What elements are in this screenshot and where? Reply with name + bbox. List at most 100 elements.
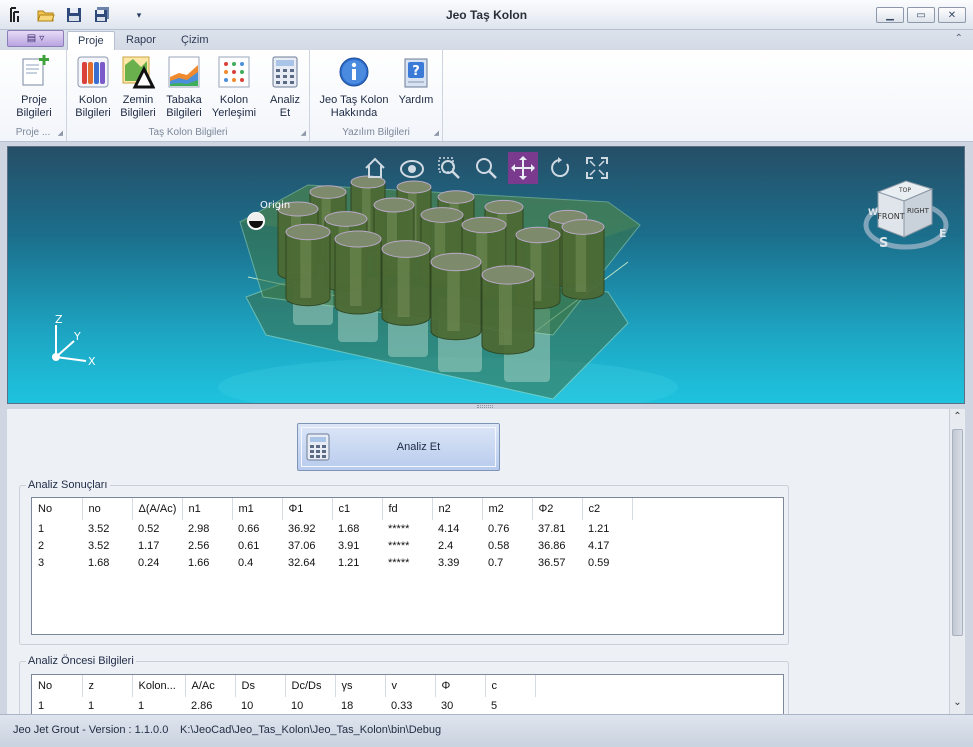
table-row[interactable]: 2 3.52 1.17 2.56 0.61 37.06 3.91 ***** 2.4 0.58 36… <box>32 537 632 554</box>
zoom-window-icon[interactable] <box>434 152 464 184</box>
column-header[interactable]: A/Ac <box>185 675 236 697</box>
results-table[interactable]: No no Δ(A/Ac) n1 m1 Φ1 c1 fd n2 m2 Φ2 c2 1 3.52 0.52 2… <box>31 497 784 635</box>
column-header[interactable]: m2 <box>482 498 533 520</box>
column-header[interactable]: c1 <box>332 498 383 520</box>
table-cell: 0.61 <box>238 539 260 552</box>
analiz-et-ribbon-button[interactable]: Analiz Et <box>266 55 304 120</box>
minimize-button[interactable]: ▁ <box>876 7 904 23</box>
pan-icon[interactable] <box>508 152 538 184</box>
table-cell: 1 <box>138 699 145 712</box>
table-cell: 0.66 <box>238 522 260 535</box>
column-header[interactable]: Ds <box>235 675 286 697</box>
table-cell: 10 <box>241 699 254 712</box>
tab-proje[interactable]: Proje <box>67 31 115 51</box>
view-cube[interactable]: FRONT RIGHT TOP S E W <box>863 180 949 251</box>
column-header[interactable]: fd <box>382 498 433 520</box>
table-cell: 0.7 <box>488 556 504 569</box>
column-header[interactable]: γs <box>335 675 386 697</box>
table-row[interactable]: 3 1.68 0.24 1.66 0.4 32.64 1.21 ***** 3.39 0.7 36.… <box>32 554 632 571</box>
table-cell: 1 <box>88 699 95 712</box>
scroll-up-icon[interactable]: ⌃ <box>950 411 965 427</box>
button-label: Bilgileri <box>166 107 202 119</box>
info-icon <box>339 57 369 87</box>
column-header[interactable]: Kolon... <box>132 675 186 697</box>
column-header[interactable]: n1 <box>182 498 233 520</box>
table-row[interactable]: 1 3.52 0.52 2.98 0.66 36.92 1.68 ***** 4.14 0.76 3… <box>32 520 632 537</box>
compass-east-label: E <box>939 227 947 240</box>
compass-south-label: S <box>879 236 888 251</box>
pre-analysis-table[interactable]: No z Kolon... A/Ac Ds Dc/Ds γs v Φc 1 1 1 2.86 10 10 1… <box>31 674 784 714</box>
viewcube-front-label: FRONT <box>877 212 904 221</box>
panel-splitter[interactable] <box>477 405 493 408</box>
column-header[interactable]: Φ2 <box>532 498 583 520</box>
origin-label: Origin <box>260 200 290 211</box>
column-header[interactable]: v <box>385 675 436 697</box>
table-cell: 0.58 <box>488 539 510 552</box>
table-cell: 3.91 <box>338 539 360 552</box>
kolon-yerlesimi-button[interactable]: Kolon Yerleşimi <box>212 55 256 120</box>
column-header[interactable]: no <box>82 498 133 520</box>
table-cell: 2 <box>38 539 45 552</box>
table-cell: 1.17 <box>138 539 160 552</box>
dialog-launcher-icon[interactable]: ◢ <box>434 129 439 137</box>
look-around-icon[interactable] <box>397 152 427 184</box>
table-cell: 1.21 <box>588 522 610 535</box>
analiz-et-button[interactable]: Analiz Et <box>297 423 500 471</box>
kolon-bilgileri-button[interactable]: Kolon Bilgileri <box>74 55 112 120</box>
column-header[interactable]: c2 <box>582 498 633 520</box>
table-cell: 10 <box>291 699 304 712</box>
zemin-bilgileri-button[interactable]: Zemin Bilgileri <box>118 55 158 120</box>
button-label: Bilgileri <box>120 107 156 119</box>
column-header[interactable]: No <box>32 498 83 520</box>
help-icon: ? <box>404 58 428 88</box>
tab-rapor[interactable]: Rapor <box>116 31 166 51</box>
column-header[interactable]: c <box>485 675 536 697</box>
zoom-icon[interactable] <box>471 152 501 184</box>
tab-cizim[interactable]: Çizim <box>171 31 219 51</box>
proje-bilgileri-button[interactable]: Proje Bilgileri <box>12 55 56 120</box>
table-cell: 1 <box>38 522 45 535</box>
button-label: Proje <box>21 94 47 106</box>
dialog-launcher-icon[interactable]: ◢ <box>301 129 306 137</box>
table-cell: 5 <box>491 699 498 712</box>
home-view-icon[interactable] <box>360 152 390 184</box>
column-header[interactable]: Φ1 <box>282 498 333 520</box>
analysis-panel: Analiz Et Analiz Sonuçları No no Δ(A/Ac) n1… <box>7 409 949 714</box>
hakkinda-button[interactable]: Jeo Taş Kolon Hakkında <box>318 55 390 120</box>
column-header[interactable]: Δ(A/Ac) <box>132 498 183 520</box>
button-label: Zemin <box>122 94 154 106</box>
axis-triad <box>52 325 87 362</box>
column-header[interactable]: n2 <box>432 498 483 520</box>
axis-z-label: Z <box>55 313 63 326</box>
app-menu-icon: ▤ <box>26 33 37 44</box>
column-header[interactable]: Dc/Ds <box>285 675 336 697</box>
maximize-button[interactable]: ▭ <box>907 7 935 23</box>
table-cell: 0.59 <box>588 556 610 569</box>
zoom-extents-icon[interactable] <box>582 152 612 184</box>
button-label: Kolon <box>219 94 249 106</box>
table-cell: 37.81 <box>538 522 566 535</box>
scroll-down-icon[interactable]: ⌄ <box>950 697 965 713</box>
close-icon: ✕ <box>947 9 957 21</box>
table-row[interactable]: 1 1 1 2.86 10 10 18 0.33 30 5 <box>32 697 535 714</box>
close-button[interactable]: ✕ <box>938 7 966 23</box>
3d-navigation-toolbar <box>360 152 612 184</box>
column-header[interactable]: m1 <box>232 498 283 520</box>
3d-viewport[interactable]: Origin Z Y X FRONT RIGHT TOP S E W <box>7 146 965 404</box>
table-cell: 37.06 <box>288 539 316 552</box>
button-label: Bilgileri <box>16 107 52 119</box>
title-bar: ▾ Jeo Taş Kolon ▁ ▭ ✕ <box>0 0 973 30</box>
tabaka-bilgileri-button[interactable]: Tabaka Bilgileri <box>164 55 204 120</box>
vertical-scrollbar[interactable]: ⌃ ⌄ <box>949 409 965 714</box>
column-header[interactable]: z <box>82 675 133 697</box>
column-header[interactable]: Φ <box>435 675 486 697</box>
table-cell: 1.68 <box>88 556 110 569</box>
column-header[interactable]: No <box>32 675 83 697</box>
collapse-ribbon-icon[interactable]: ⌃ <box>955 33 963 44</box>
dialog-launcher-icon[interactable]: ◢ <box>58 129 63 137</box>
application-menu-button[interactable]: ▤ ▿ <box>7 30 64 47</box>
project-add-icon <box>22 55 49 86</box>
yardim-button[interactable]: ? Yardım <box>396 55 436 107</box>
scroll-thumb[interactable] <box>952 429 963 636</box>
orbit-icon[interactable] <box>545 152 575 184</box>
